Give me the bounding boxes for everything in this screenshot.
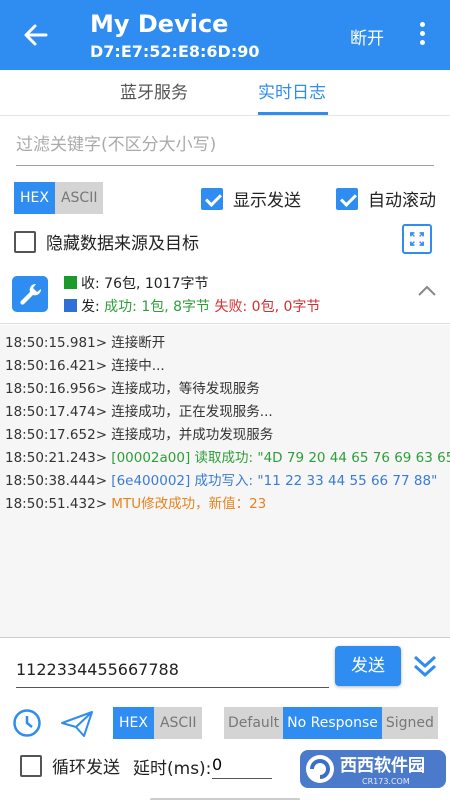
fullscreen-icon[interactable]: [402, 224, 432, 254]
write-default-option[interactable]: Default: [224, 707, 284, 739]
log-line: 18:50:17.474> 连接成功，正在发现服务...: [5, 404, 273, 420]
log-line: 18:50:16.421> 连接中...: [5, 358, 165, 374]
show-sent-checkbox[interactable]: 显示发送: [201, 186, 301, 211]
write-signed-option[interactable]: Signed: [381, 707, 438, 739]
log-line: 18:50:38.444> [6e400002] 成功写入: "11 22 33…: [5, 473, 438, 489]
write-no-response-option[interactable]: No Response: [283, 707, 382, 739]
send-button[interactable]: 发送: [335, 646, 401, 686]
auto-scroll-label: 自动滚动: [368, 191, 436, 211]
double-chevron-down-icon[interactable]: [410, 652, 440, 680]
delay-input[interactable]: [212, 751, 272, 779]
svg-text:西西软件园: 西西软件园: [340, 755, 425, 776]
app-bar: My Device D7:E7:52:E8:6D:90 断开: [0, 0, 450, 70]
stats-panel: 收: 76包, 1017字节 发: 成功: 1包, 8字节 失败: 0包, 0字…: [0, 262, 450, 324]
tab-bluetooth-services[interactable]: 蓝牙服务: [120, 70, 188, 116]
checkbox-unchecked-icon: [14, 230, 36, 253]
log-line: 18:50:17.652> 连接成功，并成功发现服务: [5, 427, 274, 443]
show-sent-label: 显示发送: [233, 191, 301, 211]
send-format-toggle: HEX ASCII: [113, 707, 203, 739]
wrench-icon[interactable]: [12, 276, 48, 312]
log-line: 18:50:15.981> 连接断开: [5, 335, 166, 351]
tab-bar: 蓝牙服务 实时日志: [0, 70, 450, 116]
device-name: My Device: [90, 10, 229, 38]
more-vertical-icon[interactable]: [418, 22, 426, 50]
display-format-toggle: HEX ASCII: [14, 182, 104, 214]
send-panel: 发送 HEX ASCII Default No Response Signed …: [0, 637, 450, 800]
received-stats: 收: 76包, 1017字节: [64, 273, 209, 293]
received-text: 收: 76包, 1017字节: [81, 276, 209, 292]
sent-prefix: 发:: [81, 299, 105, 315]
arrow-left-icon[interactable]: [22, 21, 50, 49]
checkbox-checked-icon: [336, 187, 358, 210]
sent-success-text: 成功: 1包, 8字节: [104, 299, 211, 315]
log-line: 18:50:51.432> MTU修改成功，新值：23: [5, 496, 267, 512]
filter-input[interactable]: [16, 124, 434, 166]
display-ascii-option[interactable]: ASCII: [54, 182, 104, 214]
loop-send-checkbox[interactable]: 循环发送: [20, 753, 120, 778]
send-data-input[interactable]: [16, 652, 329, 688]
log-line: 18:50:21.243> [00002a00] 读取成功: "4D 79 20…: [5, 450, 450, 466]
auto-scroll-checkbox[interactable]: 自动滚动: [336, 186, 436, 211]
write-type-toggle: Default No Response Signed: [224, 707, 438, 739]
chevron-up-icon[interactable]: [416, 280, 438, 302]
log-line: 18:50:16.956> 连接成功，等待发现服务: [5, 381, 260, 397]
checkbox-checked-icon: [201, 187, 223, 210]
send-ascii-option[interactable]: ASCII: [153, 707, 203, 739]
hide-source-checkbox[interactable]: 隐藏数据来源及目标: [14, 229, 199, 254]
paper-plane-icon[interactable]: [60, 710, 94, 738]
active-tab-indicator: [258, 112, 328, 115]
sent-square-icon: [64, 299, 77, 312]
sent-fail-text: 失败: 0包, 0字节: [214, 299, 321, 315]
tab-realtime-log[interactable]: 实时日志: [258, 70, 326, 116]
log-area[interactable]: 18:50:15.981> 连接断开 18:50:16.421> 连接中... …: [0, 325, 450, 637]
svg-text:CR173.COM: CR173.COM: [362, 777, 410, 786]
send-hex-option[interactable]: HEX: [113, 707, 154, 739]
checkbox-unchecked-icon: [20, 754, 42, 777]
device-mac: D7:E7:52:E8:6D:90: [90, 42, 260, 61]
clock-icon[interactable]: [12, 708, 42, 738]
hide-source-label: 隐藏数据来源及目标: [46, 234, 199, 254]
received-square-icon: [64, 276, 77, 289]
watermark-logo: 西西软件园 CR173.COM: [300, 750, 446, 788]
disconnect-button[interactable]: 断开: [350, 24, 384, 49]
loop-send-label: 循环发送: [52, 758, 120, 778]
delay-label: 延时(ms):: [133, 759, 212, 779]
display-hex-option[interactable]: HEX: [14, 182, 55, 214]
sent-stats: 发: 成功: 1包, 8字节 失败: 0包, 0字节: [64, 296, 320, 316]
